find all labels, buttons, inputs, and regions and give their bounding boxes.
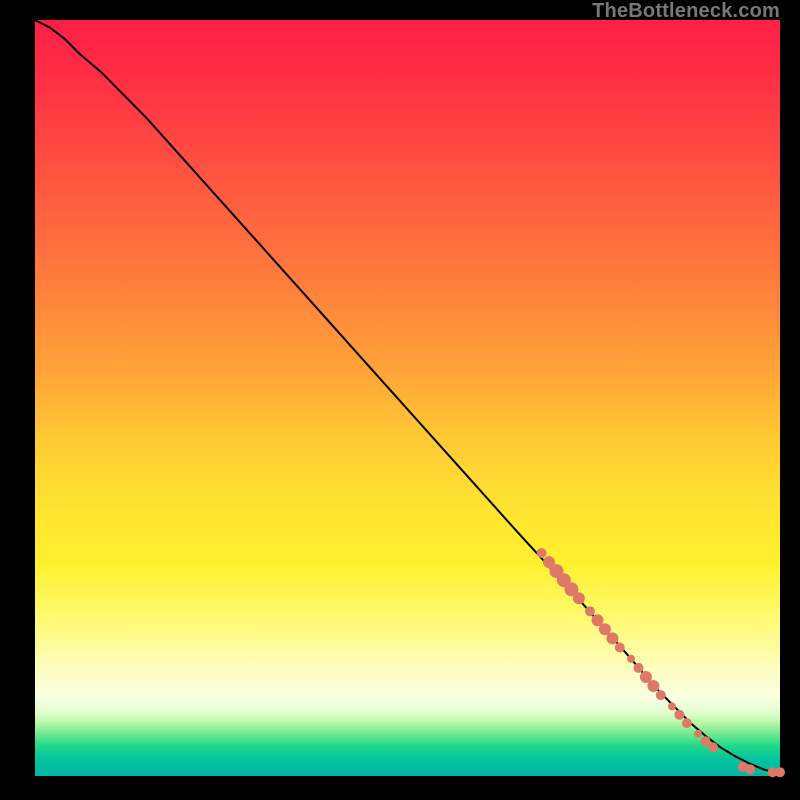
data-marker	[585, 606, 595, 616]
data-marker	[615, 643, 625, 653]
data-marker	[708, 742, 718, 752]
data-marker	[634, 663, 644, 673]
data-marker	[668, 702, 676, 710]
data-marker	[745, 764, 755, 774]
data-marker	[627, 655, 635, 663]
data-marker	[537, 548, 547, 558]
data-marker	[694, 730, 702, 738]
chart-overlay	[35, 20, 780, 776]
data-marker	[775, 767, 785, 777]
chart-frame: TheBottleneck.com	[0, 0, 800, 800]
data-marker	[682, 718, 692, 728]
markers-group	[537, 548, 785, 777]
data-marker	[573, 592, 585, 604]
curve-path	[35, 20, 780, 772]
data-marker	[647, 680, 659, 692]
data-marker	[606, 632, 618, 644]
data-marker	[656, 690, 666, 700]
data-marker	[674, 710, 684, 720]
